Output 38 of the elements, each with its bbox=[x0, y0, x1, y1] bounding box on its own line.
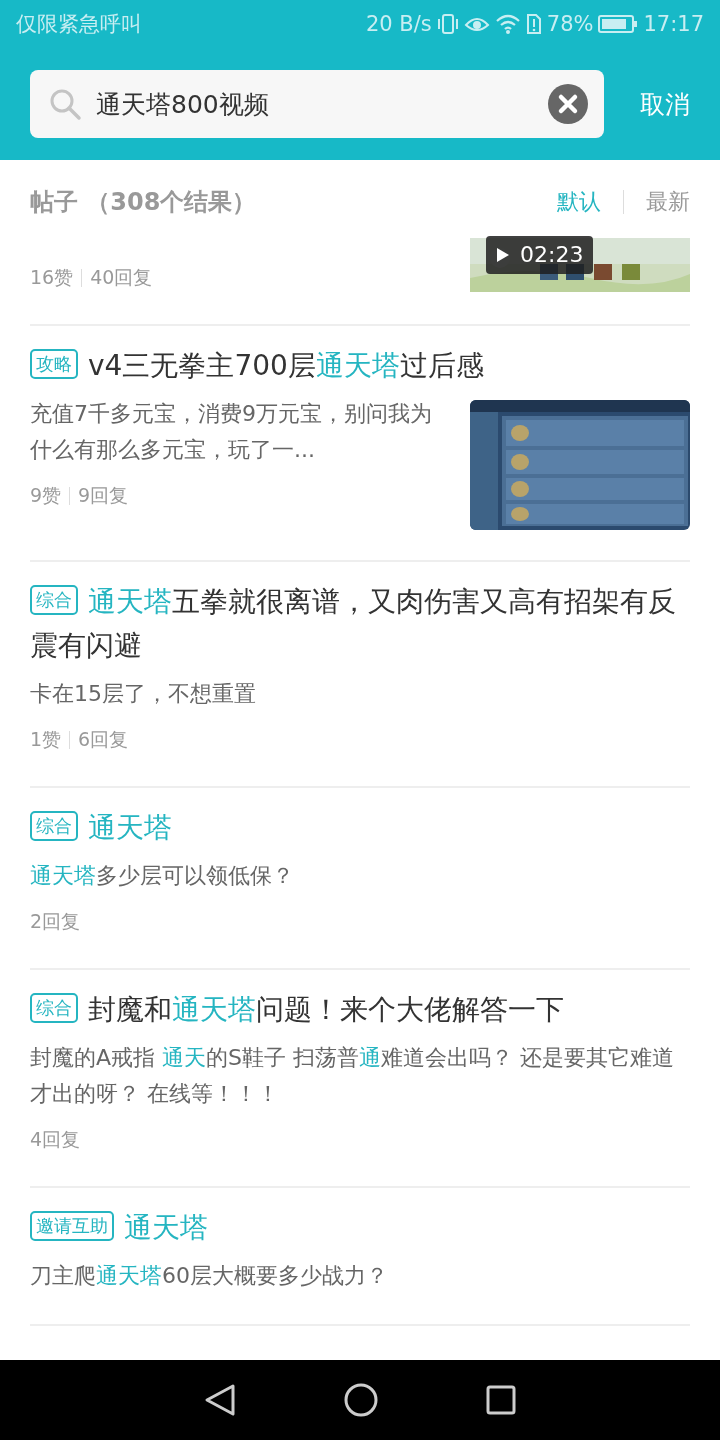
results-count: 帖子 （308个结果） bbox=[30, 187, 257, 218]
network-speed: 20 B/s bbox=[365, 12, 432, 36]
back-icon[interactable] bbox=[204, 1383, 236, 1417]
sim-alert-icon bbox=[525, 13, 542, 35]
search-field[interactable]: 通天塔800视频 bbox=[30, 70, 604, 138]
post-title[interactable]: 综合 通天塔五拳就很离谱，又肉伤害又高有招架有反震有闪避 bbox=[30, 580, 690, 668]
play-icon bbox=[496, 247, 510, 263]
post-excerpt: 通天塔多少层可以领低保？ bbox=[30, 862, 295, 890]
post-stat: 1赞 bbox=[30, 727, 62, 752]
clock: 17:17 bbox=[643, 12, 704, 36]
battery-icon bbox=[598, 14, 639, 34]
post-stat: 9赞 bbox=[30, 483, 62, 508]
battery-percent: 78% bbox=[546, 12, 594, 36]
post-stat: 9回复 bbox=[78, 483, 129, 508]
post-stat: 40回复 bbox=[90, 265, 153, 290]
post-excerpt: 充值7千多元宝，消费9万元宝，别问我为什么有那么多元宝，玩了一... bbox=[30, 400, 433, 464]
post-stat: 16赞 bbox=[30, 265, 74, 290]
post-excerpt: 封魔的A戒指 通天的S鞋子 扫荡普通难道会出吗？ 还是要其它难道才出的呀？ 在线等！！！ bbox=[30, 1044, 675, 1108]
duration-text: 02:23 bbox=[520, 244, 584, 266]
post-title[interactable]: 综合 通天塔 bbox=[30, 806, 690, 850]
sort-tab[interactable]: 最新 bbox=[646, 187, 690, 217]
post-stat: 6回复 bbox=[78, 727, 129, 752]
sort-tab[interactable]: 默认 bbox=[557, 187, 601, 217]
recents-icon[interactable] bbox=[486, 1385, 516, 1415]
post-title[interactable]: 综合 封魔和通天塔问题！来个大佬解答一下 bbox=[30, 988, 690, 1032]
post-stat: 4回复 bbox=[30, 1127, 81, 1152]
post-title[interactable]: 邀请互助 通天塔 bbox=[30, 1206, 690, 1250]
post-title[interactable]: 攻略 v4三无拳主700层通天塔过后感 bbox=[30, 344, 690, 388]
carrier-text: 仅限紧急呼叫 bbox=[16, 11, 142, 38]
clear-icon[interactable] bbox=[548, 84, 588, 124]
post-stat: 2回复 bbox=[30, 909, 81, 934]
cancel-button[interactable]: 取消 bbox=[640, 87, 690, 121]
wifi-icon bbox=[494, 13, 521, 35]
home-icon[interactable] bbox=[344, 1383, 378, 1417]
post-excerpt: 卡在15层了，不想重置 bbox=[30, 680, 257, 708]
search-icon bbox=[48, 87, 82, 121]
post-excerpt: 刀主爬通天塔60层大概要多少战力？ bbox=[30, 1262, 389, 1290]
vibrate-icon bbox=[436, 13, 459, 35]
